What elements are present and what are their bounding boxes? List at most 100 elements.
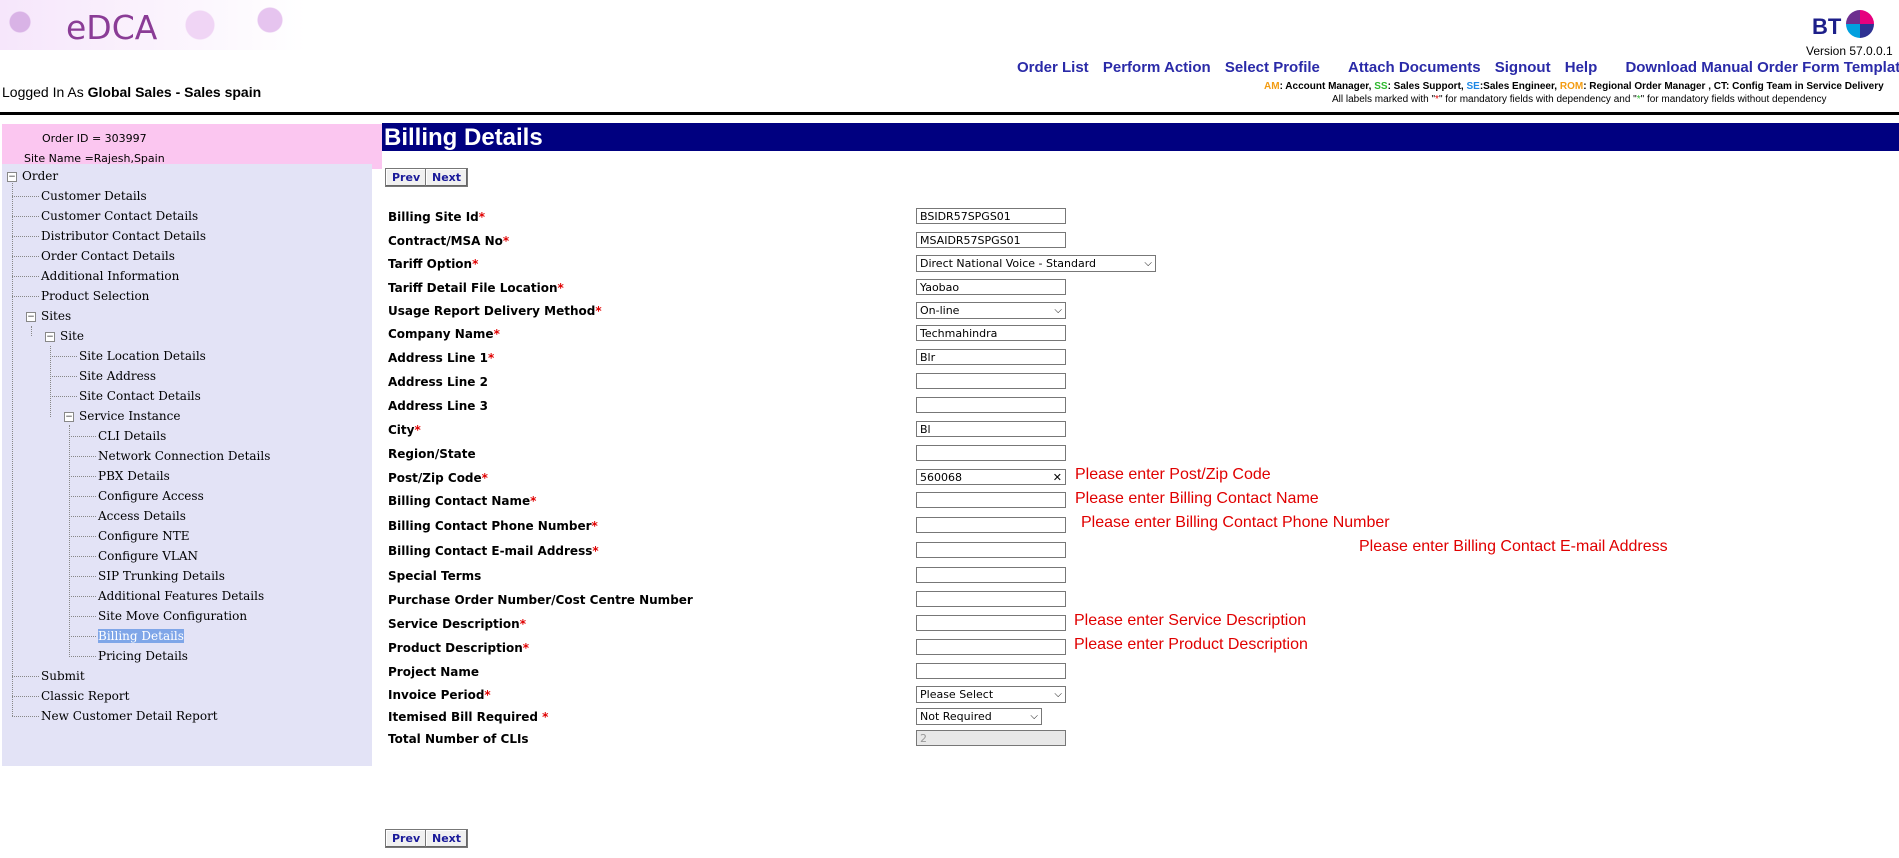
legend2-a: All labels marked with " bbox=[1332, 94, 1436, 105]
address3-input[interactable] bbox=[916, 397, 1066, 413]
billing-contact-phone-input[interactable] bbox=[916, 517, 1066, 533]
tree-item-pricing-details[interactable]: Pricing Details bbox=[98, 649, 188, 663]
download-template-link[interactable]: Download Manual Order Form Template bbox=[1625, 59, 1899, 76]
tree-item-pbx-details[interactable]: PBX Details bbox=[98, 469, 170, 483]
tree-item-site-location-details[interactable]: Site Location Details bbox=[79, 349, 206, 363]
clear-icon[interactable]: ✕ bbox=[1053, 470, 1062, 485]
tree-item-billing-details-label: Billing Details bbox=[98, 629, 184, 643]
required-mark: * bbox=[519, 617, 526, 631]
tree-item-product-selection[interactable]: Product Selection bbox=[41, 289, 149, 303]
tree-item-configure-nte[interactable]: Configure NTE bbox=[98, 529, 189, 543]
tree-item-sites[interactable]: Sites bbox=[41, 309, 71, 323]
chevron-down-icon: ⌵ bbox=[1030, 711, 1038, 722]
next-button-bottom[interactable]: Next bbox=[425, 829, 469, 848]
purchase-order-input[interactable] bbox=[916, 591, 1066, 607]
required-mark: * bbox=[487, 351, 495, 365]
usage-report-select[interactable]: On-line ⌵ bbox=[916, 302, 1066, 319]
label-text: Tariff Detail File Location bbox=[388, 281, 558, 295]
company-name-input[interactable]: Techmahindra bbox=[916, 325, 1066, 341]
logged-user: Global Sales - Sales spain bbox=[87, 84, 262, 100]
billing-contact-email-input[interactable] bbox=[916, 542, 1066, 558]
city-label: City* bbox=[388, 423, 421, 437]
invoice-period-label: Invoice Period* bbox=[388, 688, 491, 702]
label-text: Service Description bbox=[388, 617, 520, 631]
attach-documents-link[interactable]: Attach Documents bbox=[1348, 59, 1481, 76]
tree-item-customer-contact-details[interactable]: Customer Contact Details bbox=[41, 209, 198, 223]
company-name-label: Company Name* bbox=[388, 327, 500, 341]
tree-branch bbox=[12, 236, 39, 237]
tree-item-configure-vlan[interactable]: Configure VLAN bbox=[98, 549, 198, 563]
help-link[interactable]: Help bbox=[1565, 59, 1598, 76]
prev-button-top[interactable]: Prev bbox=[385, 168, 428, 187]
next-button-top[interactable]: Next bbox=[425, 168, 469, 187]
tree-item-new-customer-detail-report[interactable]: New Customer Detail Report bbox=[41, 709, 218, 723]
tree-item-site-contact-details[interactable]: Site Contact Details bbox=[79, 389, 201, 403]
tree-branch bbox=[12, 716, 39, 717]
tree-item-site-address[interactable]: Site Address bbox=[79, 369, 156, 383]
postcode-error: Please enter Post/Zip Code bbox=[1075, 466, 1271, 483]
prev-button-bottom[interactable]: Prev bbox=[385, 829, 428, 848]
tree-item-submit[interactable]: Submit bbox=[41, 669, 85, 683]
select-profile-link[interactable]: Select Profile bbox=[1225, 59, 1320, 76]
address2-input[interactable] bbox=[916, 373, 1066, 389]
tree-item-access-details[interactable]: Access Details bbox=[98, 509, 186, 523]
project-name-input[interactable] bbox=[916, 663, 1066, 679]
signout-link[interactable]: Signout bbox=[1495, 59, 1551, 76]
itemised-bill-label: Itemised Bill Required * bbox=[388, 710, 548, 724]
tree-item-sip-trunking-details[interactable]: SIP Trunking Details bbox=[98, 569, 225, 583]
tree-item-additional-features-details[interactable]: Additional Features Details bbox=[98, 589, 264, 603]
tree-item-billing-details[interactable]: Billing Details bbox=[98, 629, 184, 643]
tree-line bbox=[12, 181, 13, 716]
tree-item-site-move-configuration[interactable]: Site Move Configuration bbox=[98, 609, 247, 623]
input-value: 560068 bbox=[920, 471, 962, 484]
legend2-c: " for mandatory fields without dependenc… bbox=[1640, 94, 1827, 105]
service-description-input[interactable] bbox=[916, 615, 1066, 631]
tree-item-order[interactable]: Order bbox=[22, 169, 58, 183]
collapse-site-icon[interactable]: − bbox=[45, 332, 55, 342]
label-text: Billing Contact Phone Number bbox=[388, 519, 592, 533]
tree-item-classic-report[interactable]: Classic Report bbox=[41, 689, 129, 703]
collapse-order-icon[interactable]: − bbox=[7, 172, 17, 182]
tree-item-configure-access[interactable]: Configure Access bbox=[98, 489, 204, 503]
tree-branch bbox=[69, 496, 96, 497]
role-legend: AM: Account Manager, SS: Sales Support, … bbox=[1264, 81, 1884, 92]
address2-label: Address Line 2 bbox=[388, 375, 488, 389]
invoice-period-select[interactable]: Please Select ⌵ bbox=[916, 686, 1066, 703]
tariff-option-select[interactable]: Direct National Voice - Standard ⌵ bbox=[916, 255, 1156, 272]
billing-site-id-input[interactable]: BSIDR57SPGS01 bbox=[916, 208, 1066, 224]
tree-item-network-connection-details[interactable]: Network Connection Details bbox=[98, 449, 270, 463]
address1-input[interactable]: Blr bbox=[916, 349, 1066, 365]
tariff-detail-file-input[interactable]: Yaobao bbox=[916, 279, 1066, 295]
postcode-input[interactable]: 560068 ✕ bbox=[916, 469, 1066, 485]
product-description-input[interactable] bbox=[916, 639, 1066, 655]
tree-branch bbox=[69, 476, 96, 477]
billing-contact-name-input[interactable] bbox=[916, 492, 1066, 508]
special-terms-input[interactable] bbox=[916, 567, 1066, 583]
tree-branch bbox=[12, 196, 39, 197]
perform-action-link[interactable]: Perform Action bbox=[1103, 59, 1211, 76]
tree-item-additional-information[interactable]: Additional Information bbox=[41, 269, 179, 283]
tree-item-customer-details[interactable]: Customer Details bbox=[41, 189, 147, 203]
select-value: On-line bbox=[920, 304, 960, 317]
product-description-label: Product Description* bbox=[388, 641, 529, 655]
label-text: Address Line 1 bbox=[388, 351, 488, 365]
city-input[interactable]: Bl bbox=[916, 421, 1066, 437]
order-list-link[interactable]: Order List bbox=[1017, 59, 1089, 76]
tree-item-cli-details[interactable]: CLI Details bbox=[98, 429, 166, 443]
label-text: Billing Contact E-mail Address bbox=[388, 544, 593, 558]
tree-item-distributor-contact-details[interactable]: Distributor Contact Details bbox=[41, 229, 206, 243]
tree-item-service-instance[interactable]: Service Instance bbox=[79, 409, 180, 423]
tree-item-site[interactable]: Site bbox=[60, 329, 84, 343]
region-input[interactable] bbox=[916, 445, 1066, 461]
tree-item-order-contact-details[interactable]: Order Contact Details bbox=[41, 249, 175, 263]
select-value: Direct National Voice - Standard bbox=[920, 257, 1097, 270]
itemised-bill-select[interactable]: Not Required ⌵ bbox=[916, 708, 1042, 725]
collapse-service-instance-icon[interactable]: − bbox=[64, 412, 74, 422]
legend-se: SE bbox=[1466, 81, 1480, 92]
version-label: Version 57.0.0.1 bbox=[1806, 44, 1893, 58]
collapse-sites-icon[interactable]: − bbox=[26, 312, 36, 322]
contract-msa-input[interactable]: MSAIDR57SPGS01 bbox=[916, 232, 1066, 248]
tree-branch bbox=[50, 396, 77, 397]
tree-branch bbox=[69, 436, 96, 437]
usage-report-label: Usage Report Delivery Method* bbox=[388, 304, 602, 318]
